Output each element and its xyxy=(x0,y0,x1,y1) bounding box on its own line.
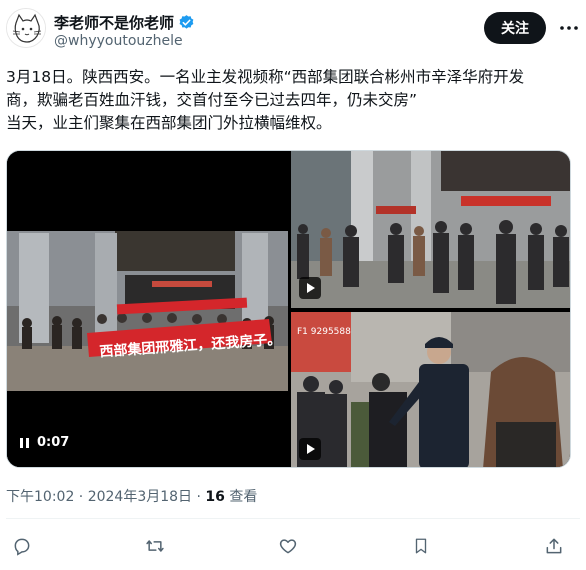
timestamp[interactable]: 下午10:02 · 2024年3月18日 · xyxy=(6,489,205,505)
protest-video-frame: 西部集团邢雅江，还我房子。 xyxy=(7,151,288,467)
video-player[interactable]: 西部集团邢雅江，还我房子。 0:07 xyxy=(7,151,288,467)
name-row: 李老师不是你老师 xyxy=(54,12,195,33)
tweet-text: 3月18日。陕西西安。一名业主发视频称“西部集团联合彬州市辛泽华府开发 商，欺骗… xyxy=(6,66,580,135)
police-photo: F1 9295588 xyxy=(291,312,570,467)
media-image-top-right[interactable] xyxy=(291,151,570,308)
action-bar xyxy=(6,530,570,562)
tweet-line: 当天，业主们聚集在西部集团门外拉横幅维权。 xyxy=(6,114,332,132)
more-options-icon[interactable] xyxy=(558,18,580,38)
view-count: 16 xyxy=(205,489,225,505)
tweet-header: 李老师不是你老师 @whyyoutouzhele 关注 xyxy=(6,8,580,54)
verified-badge-icon xyxy=(179,15,194,29)
user-handle[interactable]: @whyyoutouzhele xyxy=(54,33,183,49)
play-icon[interactable] xyxy=(299,438,321,460)
share-icon[interactable] xyxy=(538,530,570,562)
views-label: 查看 xyxy=(224,489,258,505)
pause-icon[interactable] xyxy=(17,436,31,450)
tweet-line: 商，欺骗老百姓血汗钱，交首付至今已过去四年，仍未交房” xyxy=(6,91,418,109)
play-icon[interactable] xyxy=(299,277,321,299)
like-icon[interactable] xyxy=(272,530,304,562)
video-duration: 0:07 xyxy=(37,435,70,450)
crowd-photo xyxy=(291,151,570,308)
tweet-line: 3月18日。陕西西安。一名业主发视频称“西部集团联合彬州市辛泽华府开发 xyxy=(6,68,525,86)
follow-button[interactable]: 关注 xyxy=(484,12,546,44)
video-time[interactable]: 0:07 xyxy=(17,435,69,450)
shop-sign-text: F1 9295588 xyxy=(297,327,351,337)
reply-icon[interactable] xyxy=(6,530,38,562)
avatar[interactable] xyxy=(6,8,46,48)
media-image-bottom-right[interactable]: F1 9295588 xyxy=(291,312,570,467)
display-name[interactable]: 李老师不是你老师 xyxy=(54,12,174,33)
tweet-meta: 下午10:02 · 2024年3月18日 · 16 查看 xyxy=(6,486,257,506)
bookmark-icon[interactable] xyxy=(405,530,437,562)
divider xyxy=(6,518,580,519)
media-grid: 西部集团邢雅江，还我房子。 0:07 F1 9295588 xyxy=(6,150,571,468)
retweet-icon[interactable] xyxy=(139,530,171,562)
cat-sketch-avatar-icon xyxy=(7,9,45,47)
